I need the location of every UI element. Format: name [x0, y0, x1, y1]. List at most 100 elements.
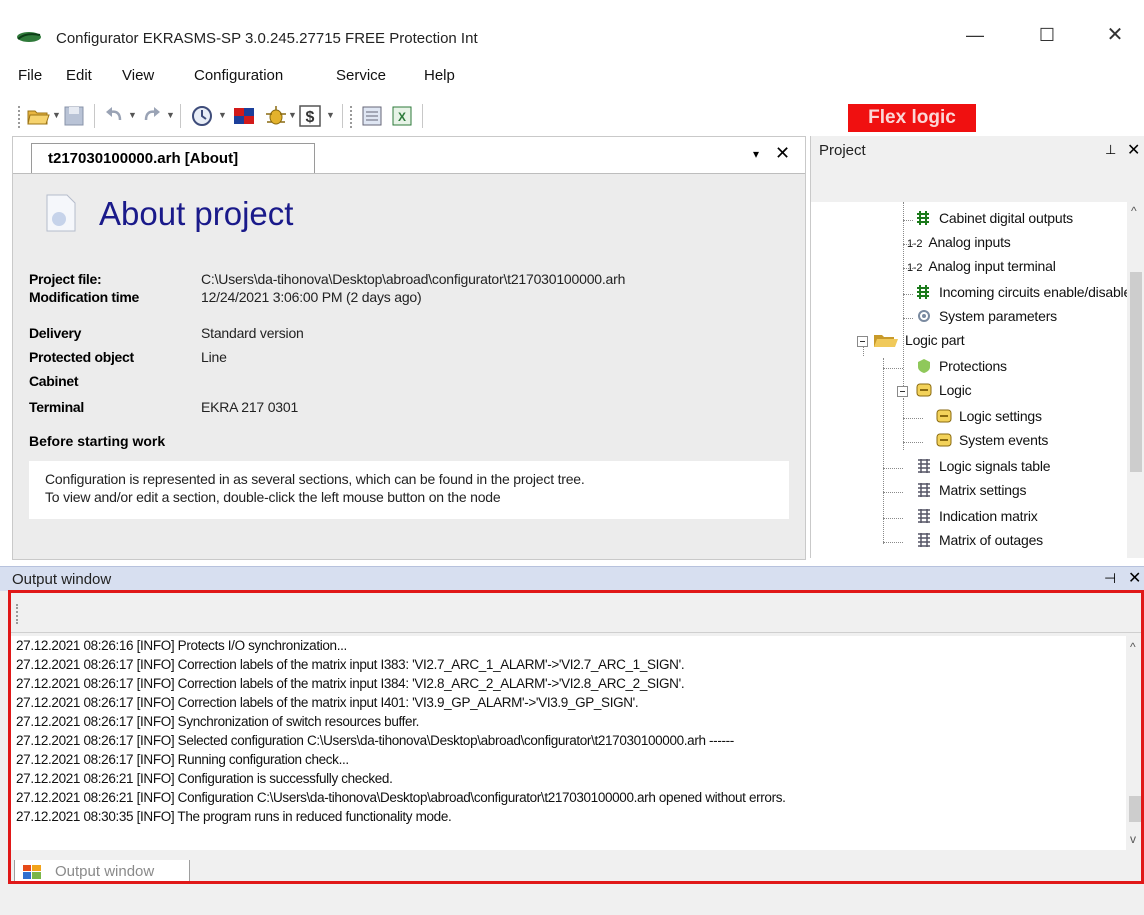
collapse-icon[interactable] — [857, 336, 868, 347]
protected-object-value: Line — [201, 349, 227, 365]
toolbar-separator — [342, 104, 343, 128]
menu-service[interactable]: Service — [336, 67, 386, 84]
tree-connector — [883, 518, 903, 519]
tree-item-indication-matrix[interactable]: Indication matrix — [915, 508, 1038, 524]
tree-item-analog-input-terminal[interactable]: 1-2 Analog input terminal — [907, 258, 1056, 274]
dollar-icon[interactable]: $ — [298, 104, 322, 128]
undo-icon[interactable] — [102, 104, 126, 128]
tree-connector — [903, 294, 913, 295]
tree-item-cabinet-digital-outputs[interactable]: Cabinet digital outputs — [915, 210, 1073, 226]
project-scrollbar[interactable]: ^ — [1127, 202, 1144, 558]
tree-item-label: Matrix settings — [939, 482, 1027, 498]
delivery-label: Delivery — [29, 325, 82, 341]
tree-item-system-parameters[interactable]: System parameters — [915, 308, 1057, 324]
about-document-pane: t217030100000.arh [About] ▾ ✕ About proj… — [12, 136, 806, 560]
tree-item-analog-inputs[interactable]: 1-2 Analog inputs — [907, 234, 1011, 250]
tree-item-logic-settings[interactable]: Logic settings — [935, 408, 1042, 424]
svg-text:X: X — [398, 110, 406, 124]
list-icon[interactable] — [360, 104, 384, 128]
tree-item-label: System parameters — [939, 308, 1057, 324]
tree-item-label: Incoming circuits enable/disable — [939, 284, 1127, 300]
collapse-icon[interactable] — [897, 386, 908, 397]
analog-icon: 1-2 — [907, 262, 923, 274]
logic-icon — [936, 409, 952, 423]
shield-icon — [918, 359, 930, 373]
hint-line: Configuration is represented in as sever… — [45, 471, 585, 487]
clock-settings-icon[interactable] — [190, 104, 214, 128]
toolbar-separator — [180, 104, 181, 128]
dollar-dropdown-icon[interactable]: ▼ — [326, 110, 335, 120]
tree-connector — [903, 220, 913, 221]
minimize-button[interactable]: — — [960, 20, 990, 50]
flex-logic-button[interactable]: Flex logic — [848, 104, 976, 132]
tab-about[interactable]: t217030100000.arh [About] — [31, 143, 315, 173]
modification-time-label: Modification time — [29, 289, 140, 305]
tree-item-protections[interactable]: Protections — [915, 358, 1007, 374]
excel-icon[interactable]: X — [390, 104, 414, 128]
project-title: Project — [819, 142, 866, 159]
document-icon — [46, 194, 76, 232]
tree-item-label: Protections — [939, 358, 1007, 374]
pin-icon[interactable]: ⊣ — [1104, 570, 1116, 587]
tree-connector — [883, 358, 884, 544]
matrix-icon — [918, 533, 930, 547]
tree-item-matrix-settings[interactable]: Matrix settings — [915, 482, 1026, 498]
tree-item-label: Logic settings — [959, 408, 1042, 424]
redo-dropdown-icon[interactable]: ▼ — [166, 110, 175, 120]
toolbar-separator — [94, 104, 95, 128]
menu-configuration[interactable]: Configuration — [194, 67, 283, 84]
tree-item-logic[interactable]: Logic — [915, 382, 972, 398]
toolbar-grip[interactable] — [18, 106, 22, 128]
app-icon — [17, 32, 41, 42]
output-close-icon[interactable]: ✕ — [1128, 568, 1141, 588]
protected-object-label: Protected object — [29, 349, 134, 365]
tree-item-logic-part[interactable]: Logic part — [873, 332, 965, 348]
scroll-thumb[interactable] — [1130, 272, 1142, 472]
scroll-up-icon[interactable]: ^ — [1131, 204, 1137, 218]
close-button[interactable]: ✕ — [1100, 20, 1130, 50]
tree-item-matrix-of-outages[interactable]: Matrix of outages — [915, 532, 1043, 548]
redo-icon[interactable] — [140, 104, 164, 128]
gear-icon — [918, 310, 930, 322]
matrix-icon — [918, 459, 930, 473]
menu-view[interactable]: View — [122, 67, 154, 84]
bug-icon[interactable] — [264, 104, 288, 128]
tree-item-system-events[interactable]: System events — [935, 432, 1048, 448]
undo-dropdown-icon[interactable]: ▼ — [128, 110, 137, 120]
tree-item-label: Logic signals table — [939, 458, 1051, 474]
analog-icon: 1-2 — [907, 238, 923, 250]
terminal-label: Terminal — [29, 399, 84, 415]
toolbar-grip[interactable] — [350, 106, 354, 128]
hint-box: Configuration is represented in as sever… — [29, 461, 789, 519]
window-title: Configurator EKRASMS-SP 3.0.245.27715 FR… — [56, 30, 478, 47]
bug-dropdown-icon[interactable]: ▼ — [288, 110, 297, 120]
matrix-icon — [918, 483, 930, 497]
project-file-label: Project file: — [29, 271, 102, 287]
project-tree: Cabinet digital outputs 1-2 Analog inputs… — [811, 202, 1127, 558]
menu-edit[interactable]: Edit — [66, 67, 92, 84]
open-dropdown-icon[interactable]: ▼ — [52, 110, 61, 120]
folder-open-icon — [874, 335, 898, 347]
flag-icon[interactable] — [232, 104, 256, 128]
pin-icon[interactable]: ⊥ — [1105, 142, 1116, 158]
page-title: About project — [99, 195, 294, 232]
open-folder-icon[interactable] — [26, 104, 50, 128]
tree-item-incoming-circuits[interactable]: Incoming circuits enable/disable — [915, 284, 1127, 300]
tree-item-logic-signals-table[interactable]: Logic signals table — [915, 458, 1051, 474]
svg-text:$: $ — [306, 109, 315, 126]
clock-dropdown-icon[interactable]: ▼ — [218, 110, 227, 120]
delivery-value: Standard version — [201, 325, 304, 341]
digital-io-icon — [917, 211, 929, 225]
digital-io-icon — [917, 285, 929, 299]
menu-help[interactable]: Help — [424, 67, 455, 84]
maximize-button[interactable]: ☐ — [1032, 20, 1062, 50]
terminal-value: EKRA 217 0301 — [201, 399, 299, 415]
output-title: Output window — [12, 571, 112, 588]
logic-icon — [936, 433, 952, 447]
project-close-icon[interactable]: ✕ — [1127, 140, 1140, 160]
save-icon[interactable] — [62, 104, 86, 128]
tab-list-dropdown-icon[interactable]: ▾ — [753, 147, 759, 161]
menu-file[interactable]: File — [18, 67, 42, 84]
cabinet-label: Cabinet — [29, 373, 79, 389]
tab-close-icon[interactable]: ✕ — [775, 143, 790, 164]
